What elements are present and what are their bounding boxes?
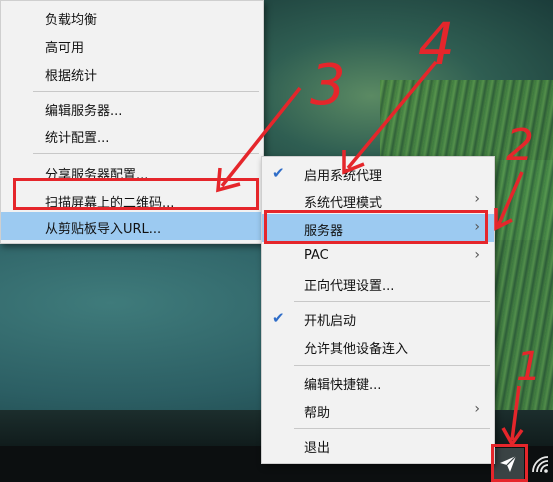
annotation-number-4: 4 [418, 10, 455, 78]
annotation-arrow-3 [216, 86, 302, 193]
annotation-arrow-4 [342, 60, 438, 175]
annotation-overlay: 1 2 3 4 [216, 10, 541, 448]
annotation-arrow-2 [494, 171, 524, 231]
annotation-arrow-1 [501, 385, 524, 448]
annotation-number-2: 2 [506, 120, 534, 171]
annotation-number-1: 1 [516, 344, 541, 390]
annotation-number-3: 3 [310, 53, 346, 118]
